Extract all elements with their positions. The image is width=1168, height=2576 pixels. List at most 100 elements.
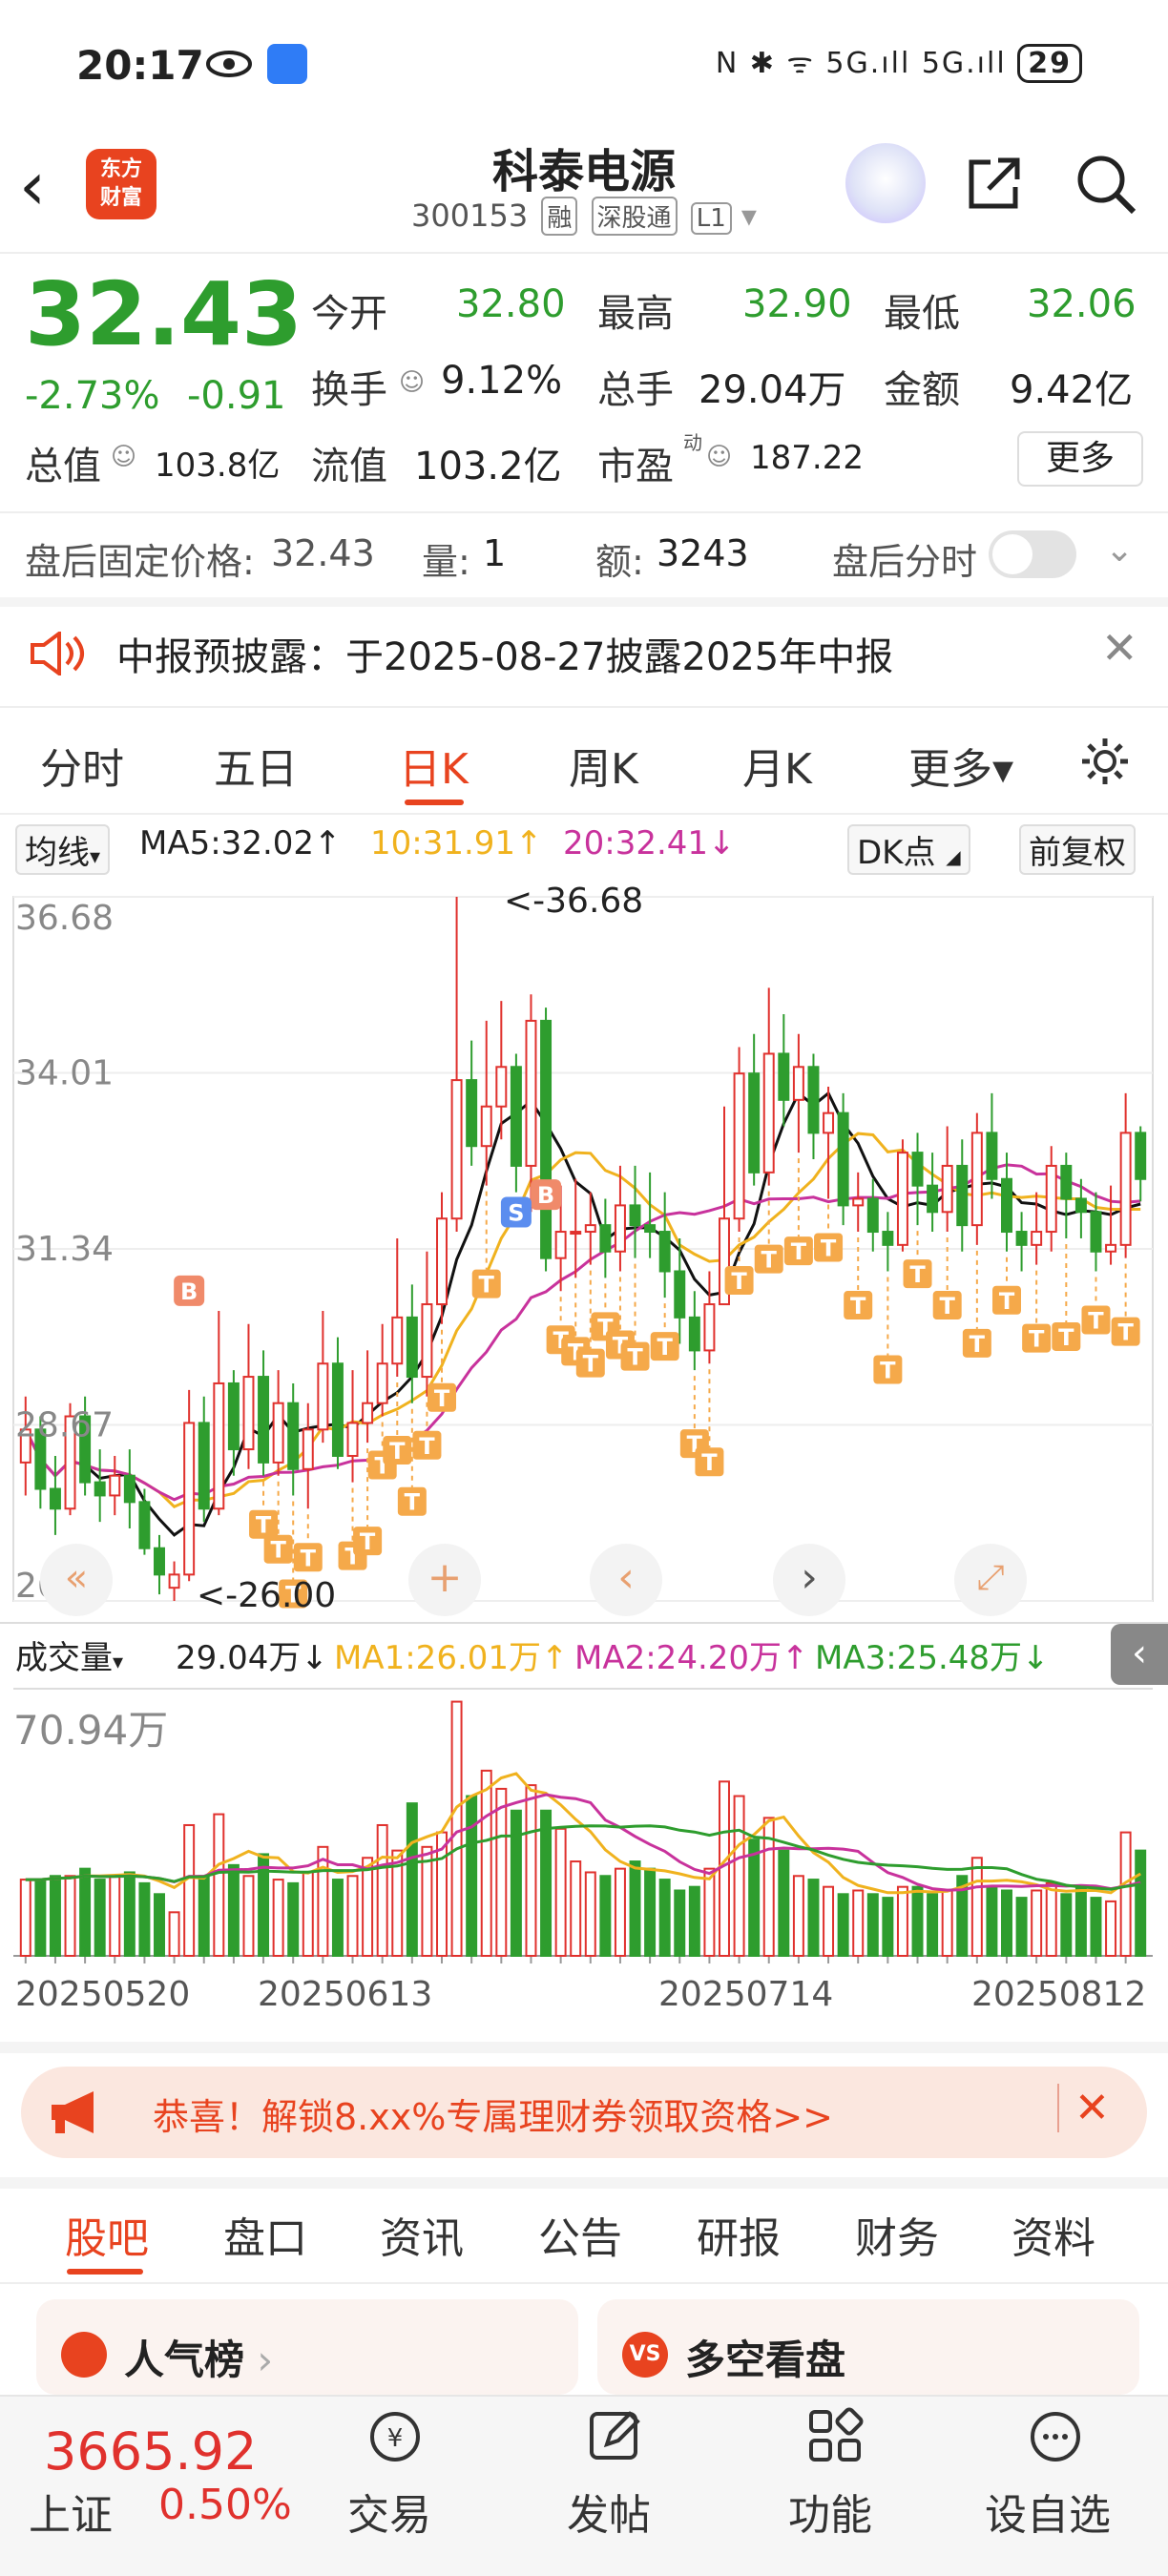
tab-timeshare[interactable]: 分时 — [40, 735, 124, 796]
popularity-card[interactable] — [36, 2299, 578, 2395]
chevron-down-icon[interactable]: ▾ — [741, 197, 757, 234]
tab-finance[interactable]: 财务 — [855, 2204, 939, 2265]
candle-body — [123, 1474, 136, 1504]
candle-body — [421, 1303, 433, 1379]
close-icon[interactable]: ✕ — [1101, 622, 1138, 674]
trade-marker-label: T — [970, 1331, 986, 1358]
info-icon[interactable]: ☺ — [111, 443, 136, 471]
y-tick-label: 31.34 — [15, 1230, 114, 1269]
status-bar: 20:17 N ✱ ᯤ 5G.ıll 5G.ıll 29 — [0, 0, 1168, 134]
scroll-start-button[interactable]: « — [40, 1544, 113, 1616]
ma-selector[interactable]: 均线▾ — [15, 824, 111, 875]
more-button[interactable]: 更多 — [1017, 431, 1143, 487]
trade-marker-label: T — [1029, 1326, 1045, 1353]
index-change[interactable]: 0.50% — [158, 2481, 292, 2529]
trade-marker-label: T — [270, 1537, 286, 1564]
volume-bar — [183, 1823, 196, 1957]
volume-bar — [49, 1875, 61, 1957]
app-notification-icon — [267, 44, 307, 84]
features-icon[interactable] — [805, 2406, 866, 2467]
tab-forum[interactable]: 股吧 — [65, 2204, 149, 2265]
x-tick-label: 20250714 — [658, 1975, 834, 2014]
candle-body — [258, 1376, 270, 1464]
trade-marker-label: T — [761, 1247, 778, 1274]
ma20-legend: 20:32.41↓ — [563, 824, 736, 862]
scroll-right-button[interactable]: › — [773, 1544, 845, 1616]
after-hours-vol-label: 量: — [422, 541, 470, 583]
volume-bar — [823, 1885, 835, 1958]
trade-marker-label: T — [999, 1288, 1015, 1315]
tab-weekly-k[interactable]: 周K — [569, 735, 638, 796]
candle-body — [495, 1066, 508, 1108]
tab-monthly-k[interactable]: 月K — [742, 735, 812, 796]
trade-marker-label: T — [939, 1293, 955, 1319]
tab-five-day[interactable]: 五日 — [214, 735, 298, 796]
high-value: 32.90 — [742, 282, 852, 326]
collapse-panel-button[interactable]: ‹ — [1111, 1624, 1168, 1685]
promo-text[interactable]: 恭喜！解锁8.xx%专属理财券领取资格>> — [153, 2088, 833, 2140]
tab-daily-k[interactable]: 日K — [399, 735, 469, 796]
tab-research[interactable]: 研报 — [697, 2204, 781, 2265]
after-hours-toggle[interactable] — [989, 530, 1076, 578]
trade-marker-label: T — [850, 1293, 866, 1319]
after-hours-price: 32.43 — [271, 532, 375, 574]
adjust-button[interactable]: 前复权 — [1019, 824, 1136, 875]
volume-bar — [480, 1769, 492, 1957]
notice-text[interactable]: 中报预披露：于2025-08-27披露2025年中报 — [116, 626, 893, 681]
index-name[interactable]: 上证 — [29, 2481, 113, 2542]
candle-body — [554, 1231, 567, 1259]
info-icon[interactable]: ☺ — [706, 443, 732, 471]
volume-bar — [79, 1867, 92, 1957]
candle-body — [1135, 1132, 1147, 1180]
add-watchlist-icon[interactable] — [1025, 2406, 1086, 2467]
volume-bar — [94, 1879, 106, 1957]
tab-news[interactable]: 资讯 — [380, 2204, 464, 2265]
trade-marker-label: T — [479, 1272, 495, 1298]
nav-add-watchlist[interactable]: 设自选 — [985, 2481, 1111, 2542]
nav-post[interactable]: 发帖 — [567, 2481, 651, 2542]
change-amount: -0.91 — [187, 374, 286, 418]
nav-trade[interactable]: 交易 — [347, 2481, 431, 2542]
info-icon[interactable]: ☺ — [399, 368, 425, 397]
fullscreen-button[interactable]: ⤢ — [954, 1544, 1027, 1616]
chevron-down-icon[interactable]: ⌄ — [1105, 530, 1134, 570]
candle-body — [376, 1362, 388, 1404]
volume-bar — [331, 1879, 344, 1957]
kline-chart[interactable]: TTTT TTTTTTTTT T TTT T TTTTT T TTTTTTTT TT TBBS 3… — [0, 878, 1168, 2051]
candle-body — [658, 1231, 671, 1273]
bull-bear-card[interactable] — [597, 2299, 1139, 2395]
trade-marker-label: T — [701, 1449, 718, 1476]
volume-bar — [362, 1857, 374, 1957]
volume-bar — [629, 1860, 641, 1957]
x-tick-label: 20250520 — [15, 1975, 191, 2014]
tab-more[interactable]: 更多▾ — [908, 735, 1013, 796]
candle-body — [450, 1079, 463, 1220]
amount-label: 金额 — [884, 368, 960, 412]
volume-bar — [599, 1875, 612, 1957]
megaphone-icon — [52, 2091, 94, 2133]
tab-announcements[interactable]: 公告 — [538, 2204, 622, 2265]
tab-orderbook[interactable]: 盘口 — [223, 2204, 307, 2265]
candle-body — [882, 1231, 894, 1246]
scroll-left-button[interactable]: ‹ — [590, 1544, 662, 1616]
robot-assistant-icon[interactable] — [845, 143, 926, 223]
close-icon[interactable]: ✕ — [1057, 2084, 1110, 2132]
search-icon[interactable] — [1073, 151, 1139, 218]
volume-selector[interactable]: 成交量▾ — [15, 1631, 123, 1678]
trade-icon[interactable]: ¥ — [365, 2406, 426, 2467]
share-icon[interactable] — [964, 153, 1025, 214]
volume-bar — [287, 1881, 300, 1958]
nav-features[interactable]: 功能 — [788, 2481, 872, 2542]
trade-marker-label: T — [657, 1334, 673, 1361]
candle-body — [852, 1197, 865, 1207]
dk-point-button[interactable]: DK点 ◢ — [847, 824, 970, 875]
post-icon[interactable] — [584, 2406, 645, 2467]
volume-bar — [688, 1885, 700, 1958]
after-hours-time-label: 盘后分时 — [832, 541, 978, 583]
volume-bar — [346, 1875, 359, 1957]
zoom-in-button[interactable]: + — [408, 1544, 481, 1616]
index-value[interactable]: 3665.92 — [44, 2421, 257, 2482]
tab-profile[interactable]: 资料 — [1012, 2204, 1095, 2265]
gear-icon[interactable] — [1078, 735, 1132, 788]
volume-bar — [466, 1795, 478, 1958]
